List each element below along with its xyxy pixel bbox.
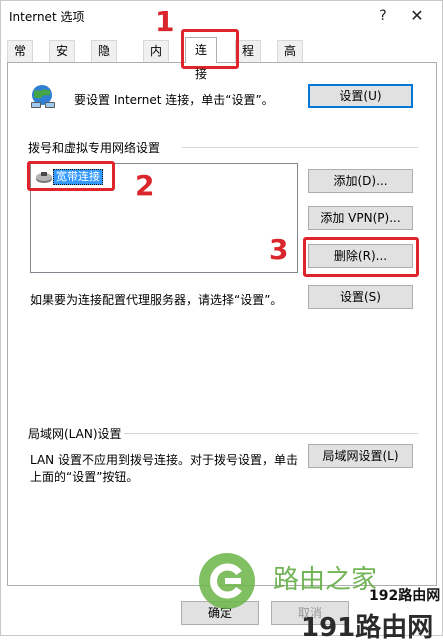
annotation-box-broadband bbox=[27, 161, 115, 191]
tab-security[interactable]: 安全 bbox=[49, 40, 76, 78]
tab-advanced[interactable]: 高级 bbox=[277, 40, 304, 78]
settings-button[interactable]: 设置(S) bbox=[308, 285, 413, 309]
help-button[interactable]: ? bbox=[369, 4, 397, 28]
annotation-number-2: 2 bbox=[135, 169, 155, 202]
internet-options-window: Internet 选项 ? ✕ 常规 安全 隐私 内容 连接 程序 高级 要设置… bbox=[0, 0, 443, 643]
setup-instruction: 要设置 Internet 连接，单击“设置”。 bbox=[74, 93, 274, 107]
annotation-number-3: 3 bbox=[269, 233, 289, 266]
setup-button[interactable]: 设置(U) bbox=[308, 84, 413, 108]
router-logo-icon bbox=[199, 553, 255, 609]
dialup-section-heading: 拨号和虚拟专用网络设置 bbox=[28, 141, 161, 155]
tab-general[interactable]: 常规 bbox=[7, 40, 34, 78]
close-button[interactable]: ✕ bbox=[403, 4, 431, 28]
title-bar: Internet 选项 ? ✕ bbox=[1, 1, 442, 31]
lan-divider bbox=[124, 433, 418, 434]
tab-connections[interactable]: 连接 bbox=[185, 37, 218, 81]
watermark-site-191: 191路由网 bbox=[301, 613, 434, 643]
tab-privacy[interactable]: 隐私 bbox=[91, 40, 118, 78]
watermark-site-192: 192路由网 bbox=[369, 588, 441, 604]
annotation-number-1: 1 bbox=[155, 5, 175, 38]
add-button[interactable]: 添加(D)... bbox=[308, 169, 413, 193]
lan-description-line1: LAN 设置不应用到拨号连接。对于拨号设置，单击 bbox=[30, 453, 298, 467]
lan-settings-button[interactable]: 局域网设置(L) bbox=[308, 444, 413, 468]
connections-panel: 要设置 Internet 连接，单击“设置”。 设置(U) 拨号和虚拟专用网络设… bbox=[7, 62, 437, 586]
watermark-brand: 路由之家 bbox=[273, 565, 378, 595]
dialup-divider bbox=[182, 147, 418, 148]
annotation-box-remove bbox=[303, 237, 419, 277]
proxy-instruction: 如果要为连接配置代理服务器，请选择“设置”。 bbox=[30, 293, 283, 307]
window-title: Internet 选项 bbox=[9, 10, 85, 24]
globe-network-icon bbox=[31, 85, 55, 108]
lan-section-heading: 局域网(LAN)设置 bbox=[28, 427, 122, 441]
tab-content[interactable]: 内容 bbox=[143, 40, 170, 78]
add-vpn-button[interactable]: 添加 VPN(P)... bbox=[308, 206, 413, 230]
lan-description-line2: 上面的“设置”按钮。 bbox=[30, 470, 139, 484]
